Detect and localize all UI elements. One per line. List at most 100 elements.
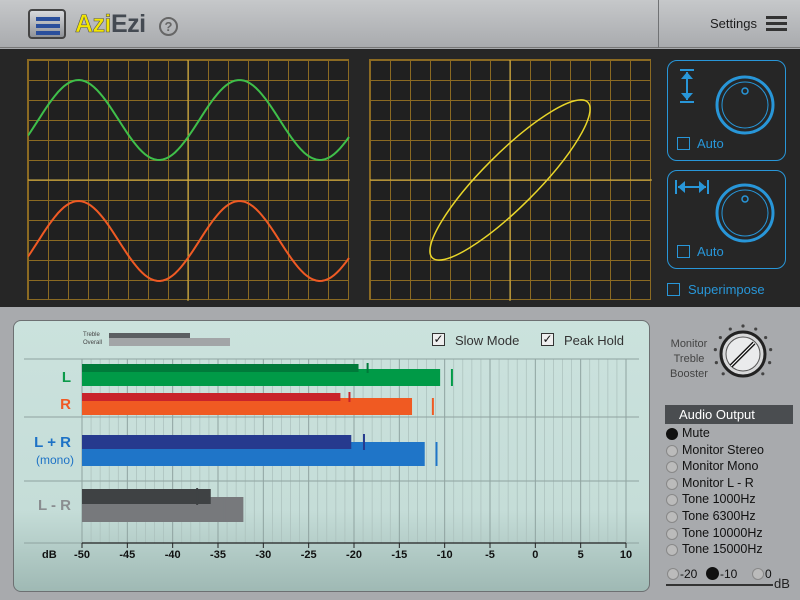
audio-output-option-label: Monitor Mono <box>682 459 759 474</box>
knob-tick-mark <box>769 348 773 352</box>
radio-button-icon[interactable] <box>666 477 678 490</box>
channel-label-lr-diff: L - R <box>37 497 71 514</box>
superimpose-checkbox[interactable] <box>667 283 680 296</box>
meter-bars <box>82 363 453 522</box>
monitor-treble-booster-knob[interactable] <box>711 322 775 386</box>
meter-ticks: dB -50 -45 -40 -35 -30 -25 -20 -15 -10 -5 0 5 10 <box>42 543 632 561</box>
level-selector-baseline <box>666 584 773 586</box>
level-meter-panel: dB -50 -45 -40 -35 -30 -25 -20 -15 -10 -5 0 5 10 Treb… <box>13 320 650 592</box>
level-option-label: -20 <box>680 567 698 581</box>
radio-button-icon[interactable] <box>706 567 719 580</box>
level-meter-graph: dB -50 -45 -40 -35 -30 -25 -20 -15 -10 -5 0 5 10 <box>24 358 639 561</box>
tick-label: -20 <box>346 549 362 561</box>
tick-label: -40 <box>165 549 181 561</box>
channel-label-l: L <box>61 369 71 386</box>
radio-button-icon[interactable] <box>666 444 678 457</box>
radio-button-icon[interactable] <box>667 568 679 580</box>
level-option-label: -10 <box>720 567 738 581</box>
tick-label: 5 <box>578 549 584 561</box>
monitor-label-line1: Monitor <box>670 338 708 350</box>
level-unit-label: dB <box>774 576 790 591</box>
goniometer-trace <box>370 60 652 301</box>
level-option[interactable]: -10 <box>706 567 737 581</box>
treble-bar-l <box>82 364 359 372</box>
tick-label: -25 <box>301 549 317 561</box>
vertical-scale-icon <box>680 69 694 103</box>
audio-output-option-label: Tone 10000Hz <box>682 525 763 540</box>
radio-button-icon[interactable] <box>666 511 678 523</box>
vertical-scale-control: Auto <box>667 60 786 161</box>
top-bar: AziEzi ? Settings <box>0 0 800 48</box>
knob-tick-mark <box>741 324 745 328</box>
radio-button-icon[interactable] <box>666 461 678 474</box>
header-divider <box>658 0 659 48</box>
scope-area: Auto Auto Superimpose <box>0 49 800 307</box>
knob-tick-mark <box>714 361 718 365</box>
horizontal-scale-control: Auto <box>667 170 786 269</box>
tick-label: -50 <box>74 549 90 561</box>
waveform-traces <box>28 60 350 301</box>
tick-label: -30 <box>255 549 271 561</box>
knob-tick-mark <box>754 327 758 331</box>
tick-label: -5 <box>485 549 495 561</box>
knob-tick-mark <box>721 372 725 376</box>
radio-button-icon[interactable] <box>666 428 678 440</box>
monitor-label-line3: Booster <box>670 368 708 380</box>
radio-button-icon[interactable] <box>666 544 678 557</box>
tick-label: -10 <box>437 549 453 561</box>
channel-label-r: R <box>60 396 71 413</box>
knob-tick-mark <box>728 327 732 331</box>
peak-hold-label: Peak Hold <box>564 333 624 348</box>
audio-output-option-label: Monitor Stereo <box>682 442 764 457</box>
app-name-part1: Azi <box>75 10 112 39</box>
waveform-scope <box>27 59 350 301</box>
hamburger-menu-icon[interactable] <box>766 16 787 31</box>
level-option[interactable]: 0 <box>752 567 772 581</box>
radio-button-icon[interactable] <box>752 568 764 580</box>
level-option-label: 0 <box>765 567 772 581</box>
vertical-auto-checkbox[interactable] <box>677 137 690 150</box>
peak-hold-checkbox[interactable]: ✓ <box>541 333 554 346</box>
treble-bar-r <box>82 393 341 401</box>
radio-button-icon[interactable] <box>666 527 678 540</box>
settings-label[interactable]: Settings <box>710 16 757 31</box>
treble-bar-lr <box>82 435 352 449</box>
app-name: AziEzi <box>75 10 146 39</box>
audio-output-option-label: Mute <box>682 426 710 440</box>
horizontal-auto-checkbox[interactable] <box>677 245 690 258</box>
vertical-scale-knob[interactable] <box>712 72 778 138</box>
channel-label-mono: (mono) <box>35 453 74 467</box>
treble-bar-diff <box>82 489 211 504</box>
tick-label: -35 <box>210 549 226 561</box>
legend-overall-label: Overall <box>83 340 103 346</box>
superimpose-label: Superimpose <box>688 282 765 297</box>
knob-tick-mark <box>764 335 768 340</box>
tick-label: 10 <box>620 549 632 561</box>
horizontal-scale-knob[interactable] <box>712 180 778 246</box>
slow-mode-label: Slow Mode <box>455 333 520 348</box>
monitor-treble-booster-label: Monitor Treble Booster <box>667 337 711 382</box>
horizontal-scale-icon <box>675 180 709 194</box>
audio-output-option-label: Tone 6300Hz <box>682 509 756 523</box>
monitor-label-line2: Treble <box>673 353 705 365</box>
logo-icon <box>28 9 66 39</box>
channel-label-lr-sum: L + R <box>34 434 71 451</box>
goniometer-scope <box>369 59 652 301</box>
legend-overall-bar <box>109 338 230 346</box>
knob-tick-mark <box>761 372 765 376</box>
level-option[interactable]: -20 <box>667 567 697 581</box>
slow-mode-checkbox[interactable]: ✓ <box>432 333 445 346</box>
audio-output-option-label: Monitor L - R <box>682 475 754 490</box>
audio-output-option-label: Tone 15000Hz <box>682 542 763 557</box>
knob-tick-mark <box>768 361 772 365</box>
horizontal-auto-label: Auto <box>697 244 724 259</box>
tick-label: 0 <box>532 549 538 561</box>
knob-tick-mark <box>713 348 717 352</box>
legend-treble-label: Treble <box>83 332 100 338</box>
help-icon[interactable]: ? <box>159 17 178 36</box>
knob-tick-mark <box>718 335 722 340</box>
tick-label: -15 <box>391 549 407 561</box>
app-name-part2: Ezi <box>111 10 146 38</box>
audio-output-header: Audio Output <box>665 405 793 424</box>
radio-button-icon[interactable] <box>666 494 678 507</box>
